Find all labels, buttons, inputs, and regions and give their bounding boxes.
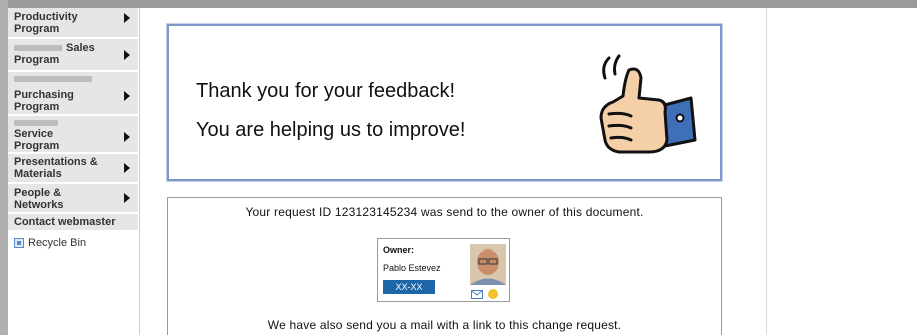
sidebar-item-label: Presentations & Materials xyxy=(14,156,98,180)
sidebar-divider xyxy=(139,8,140,335)
sidebar-item-presentations-materials[interactable]: Presentations & Materials xyxy=(8,154,138,183)
chevron-right-icon xyxy=(124,91,130,101)
sidebar-item-people-networks[interactable]: People & Networks xyxy=(8,184,138,213)
sidebar-nav: Productivity Program Sales Program Purchas… xyxy=(8,8,138,335)
redacted-text xyxy=(14,76,92,82)
owner-name-link[interactable]: Pablo Estevez xyxy=(383,263,441,273)
recycle-bin-link[interactable]: Recycle Bin xyxy=(14,236,86,250)
owner-title: Owner: xyxy=(383,245,415,255)
sidebar-item-label: Productivity Program xyxy=(14,11,78,35)
chevron-right-icon xyxy=(124,163,130,173)
mail-sent-message: We have also send you a mail with a link… xyxy=(267,318,622,332)
recycle-bin-label: Recycle Bin xyxy=(28,237,87,249)
thumbs-up-icon xyxy=(599,54,697,154)
chevron-right-icon xyxy=(124,132,130,142)
contact-webmaster-link[interactable]: Contact webmaster xyxy=(8,214,138,230)
recycle-bin-icon xyxy=(14,238,24,248)
owner-department-badge: XX-XX xyxy=(383,280,435,294)
feedback-confirmation-panel: Thank you for your feedback! You are hel… xyxy=(167,24,722,181)
mail-icon[interactable] xyxy=(471,290,483,299)
window-top-border xyxy=(0,0,917,8)
feedback-thanks-text: Thank you for your feedback! xyxy=(196,80,456,102)
sidebar-item-label: Purchasing Program xyxy=(14,89,74,113)
presence-status-icon xyxy=(488,289,498,299)
request-id-message: Your request ID 123123145234 was send to… xyxy=(245,205,644,219)
sidebar-item-label: People & Networks xyxy=(14,187,64,211)
sidebar-item-sales-program[interactable]: Sales Program xyxy=(8,39,138,71)
redacted-text xyxy=(14,120,58,126)
chevron-right-icon xyxy=(124,193,130,203)
feedback-improve-text: You are helping us to improve! xyxy=(196,119,466,141)
content-right-divider xyxy=(766,8,767,335)
sidebar-item-purchasing-program[interactable]: Purchasing Program xyxy=(8,72,138,115)
owner-card: Owner: Pablo Estevez XX-XX xyxy=(377,238,510,302)
chevron-right-icon xyxy=(124,50,130,60)
sidebar-item-service-program[interactable]: Service Program xyxy=(8,116,138,153)
chevron-right-icon xyxy=(124,13,130,23)
sidebar-item-label: Service Program xyxy=(14,128,60,152)
request-info-panel: Your request ID 123123145234 was send to… xyxy=(167,197,722,335)
window-left-border xyxy=(0,0,8,335)
sidebar-item-productivity-program[interactable]: Productivity Program xyxy=(8,8,138,38)
owner-avatar xyxy=(470,244,506,285)
sidebar-item-label: Sales Program xyxy=(14,42,95,66)
